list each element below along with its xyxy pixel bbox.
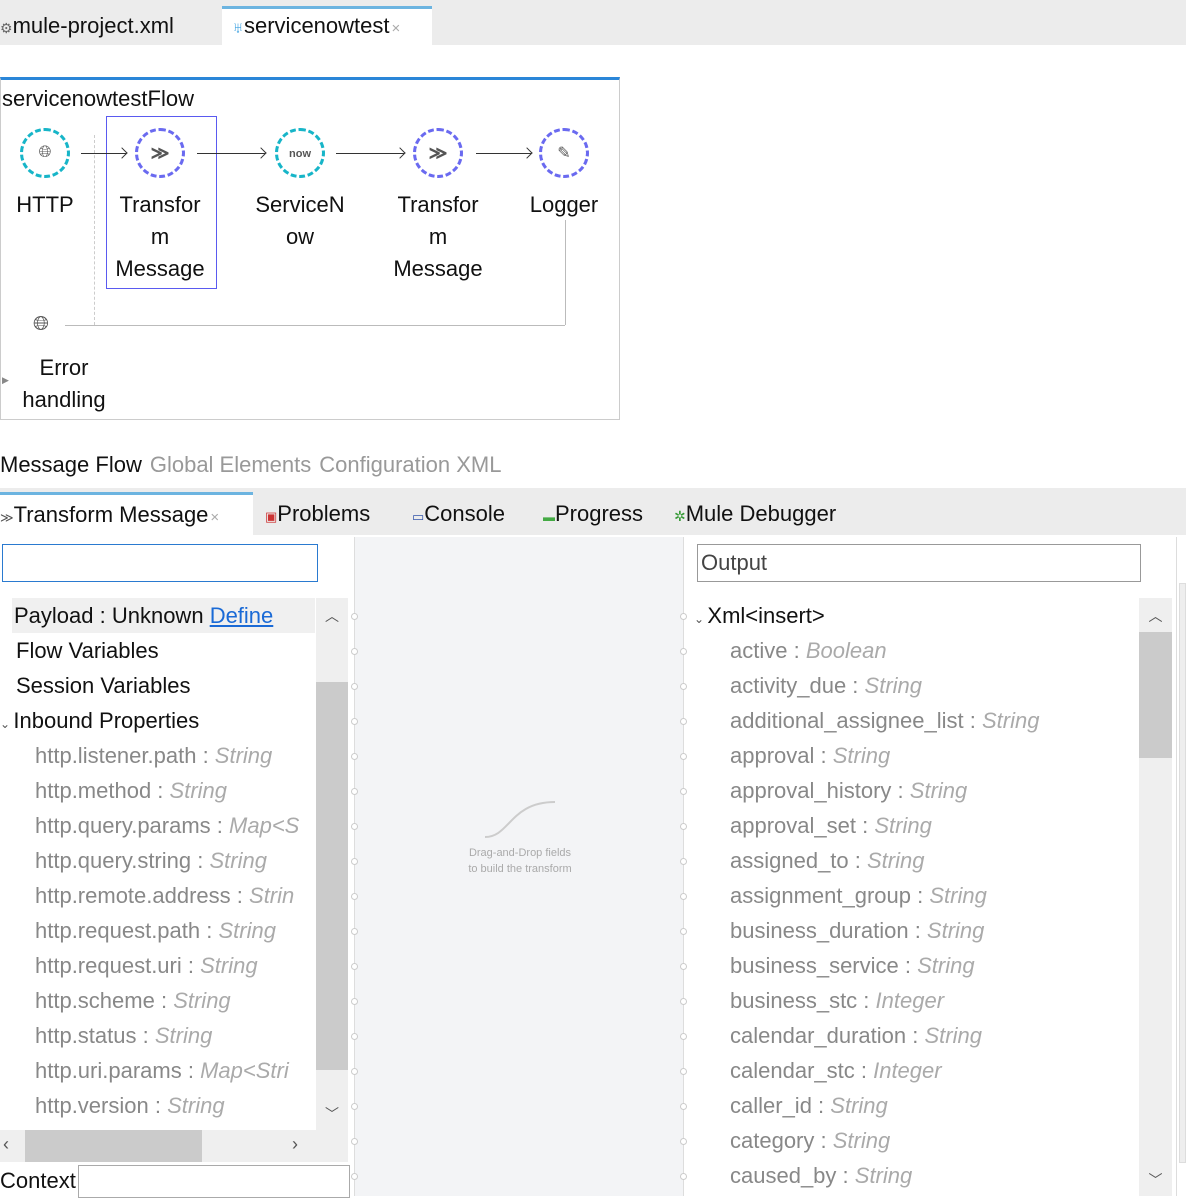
output-root[interactable]: ⌄ Xml<insert> — [694, 598, 825, 633]
define-link[interactable]: Define — [210, 603, 274, 628]
flow-node-label: Transfor m Message — [115, 192, 205, 281]
output-field-item[interactable]: caused_by : String — [730, 1158, 912, 1193]
output-field-item[interactable]: business_duration : String — [730, 913, 984, 948]
output-field-item[interactable]: assigned_to : String — [730, 843, 924, 878]
inbound-properties[interactable]: ⌄ Inbound Properties — [0, 703, 199, 738]
tab-configuration-xml[interactable]: Configuration XML — [319, 452, 501, 477]
output-field-item[interactable]: business_stc : Integer — [730, 983, 944, 1018]
output-field-item[interactable]: approval : String — [730, 738, 890, 773]
flow-node-label: ServiceN ow — [255, 192, 345, 249]
expand-triangle-icon[interactable]: ▶ — [2, 375, 9, 386]
bug-icon: ✲ — [674, 508, 686, 524]
property-item[interactable]: http.version : String — [35, 1088, 316, 1123]
flow-node-label: HTTP — [16, 192, 74, 217]
chevron-down-icon: ⌄ — [694, 612, 708, 626]
input-horizontal-scrollbar[interactable]: ‹ › — [0, 1130, 348, 1162]
globe-icon: 🌐︎ — [33, 313, 49, 335]
property-item[interactable]: http.request.path : String — [35, 913, 316, 948]
property-item[interactable]: http.remote.address : Strin — [35, 878, 316, 913]
flow-variables[interactable]: Flow Variables — [16, 633, 159, 668]
dataweave-icon: ≫ — [150, 142, 170, 163]
drag-curve-icon — [484, 801, 556, 838]
property-item[interactable]: http.query.string : String — [35, 843, 316, 878]
source-divider — [94, 135, 95, 325]
output-field-item[interactable]: approval_set : String — [730, 808, 932, 843]
flow-node-4[interactable]: ✎ — [539, 128, 589, 178]
output-vertical-scrollbar[interactable]: ︿ ﹀ — [1139, 598, 1172, 1196]
output-field-item[interactable]: calendar_duration : String — [730, 1018, 982, 1053]
editor-tab-bar: ⚙mule-project.xml ♅servicenowtest × — [0, 0, 1186, 45]
tab-transform-message[interactable]: ≫Transform Message × — [0, 492, 253, 535]
flow-node-2[interactable]: now — [275, 128, 325, 178]
tab-global-elements[interactable]: Global Elements — [150, 452, 311, 477]
tab-message-flow[interactable]: Message Flow — [0, 452, 142, 477]
property-item[interactable]: http.listener.path : String — [35, 738, 316, 773]
output-field-item[interactable]: assignment_group : String — [730, 878, 987, 913]
output-field-item[interactable]: business_service : String — [730, 948, 975, 983]
flow-title: servicenowtestFlow — [2, 86, 194, 111]
flow-node-0[interactable]: 🌐︎ — [20, 128, 70, 178]
flow-node-3[interactable]: ≫ — [413, 128, 463, 178]
pencil-icon: ✎ — [557, 145, 571, 162]
input-vertical-scrollbar[interactable]: ︿ ﹀ — [316, 598, 348, 1130]
property-item[interactable]: http.scheme : String — [35, 983, 316, 1018]
output-field-item[interactable]: calendar_stc : Integer — [730, 1053, 942, 1088]
progress-icon: ▬ — [543, 510, 555, 524]
return-line — [65, 325, 565, 326]
tab-problems[interactable]: ▣Problems — [265, 492, 370, 535]
payload-row: Payload : Unknown Define — [14, 603, 274, 628]
error-handling[interactable]: Error handling — [18, 352, 110, 416]
mapping-area[interactable]: Drag-and-Drop fields to build the transfo… — [354, 537, 684, 1196]
output-field-item[interactable]: additional_assignee_list : String — [730, 703, 1039, 738]
dataweave-icon: ≫ — [0, 510, 14, 525]
close-icon[interactable]: × — [210, 509, 219, 526]
close-icon[interactable]: × — [392, 20, 401, 37]
output-field-item[interactable]: approval_history : String — [730, 773, 967, 808]
flow-node-label: Transfor m Message — [393, 192, 483, 281]
flow-node-label: Logger — [529, 192, 599, 217]
tab-servicenowtest[interactable]: ♅servicenowtest × — [222, 6, 432, 45]
mule-icon: ♅ — [232, 20, 244, 37]
property-item[interactable]: http.request.uri : String — [35, 948, 316, 983]
mapping-hint: Drag-and-Drop fields to build the transfo… — [468, 847, 572, 875]
gear-icon: ⚙ — [0, 20, 13, 36]
output-field-item[interactable]: activity_due : String — [730, 668, 922, 703]
property-item[interactable]: http.method : String — [35, 773, 316, 808]
property-item[interactable]: http.query.params : Map<S — [35, 808, 316, 843]
output-field[interactable]: Output — [697, 544, 1141, 582]
console-icon: ▭ — [412, 509, 425, 524]
editor-subtabs: Message Flow Global Elements Configuration… — [0, 452, 509, 478]
problems-icon: ▣ — [265, 509, 278, 524]
tab-mule-debugger[interactable]: ✲Mule Debugger — [674, 492, 836, 535]
context-input[interactable] — [78, 1165, 350, 1198]
chevron-down-icon: ⌄ — [0, 717, 14, 731]
input-search-field[interactable] — [2, 544, 318, 582]
output-field-item[interactable]: category : String — [730, 1123, 890, 1158]
output-field-item[interactable]: active : Boolean — [730, 633, 887, 668]
tab-mule-project[interactable]: ⚙mule-project.xml — [0, 6, 174, 45]
tab-console[interactable]: ▭Console — [412, 492, 505, 535]
flow-node-1[interactable]: ≫ — [135, 128, 185, 178]
output-field-item[interactable]: caller_id : String — [730, 1088, 888, 1123]
tab-progress[interactable]: ▬Progress — [543, 492, 643, 535]
property-item[interactable]: http.uri.params : Map<Stri — [35, 1053, 316, 1088]
property-item[interactable]: http.status : String — [35, 1018, 316, 1053]
globe-icon: 🌐︎ — [38, 144, 52, 161]
panel-tab-bar: ≫Transform Message × ▣Problems ▭Console ▬… — [0, 488, 1186, 535]
now: now — [289, 148, 311, 160]
session-variables[interactable]: Session Variables — [16, 668, 190, 703]
dataweave-icon: ≫ — [428, 142, 448, 163]
context-label: Context — [0, 1168, 76, 1193]
